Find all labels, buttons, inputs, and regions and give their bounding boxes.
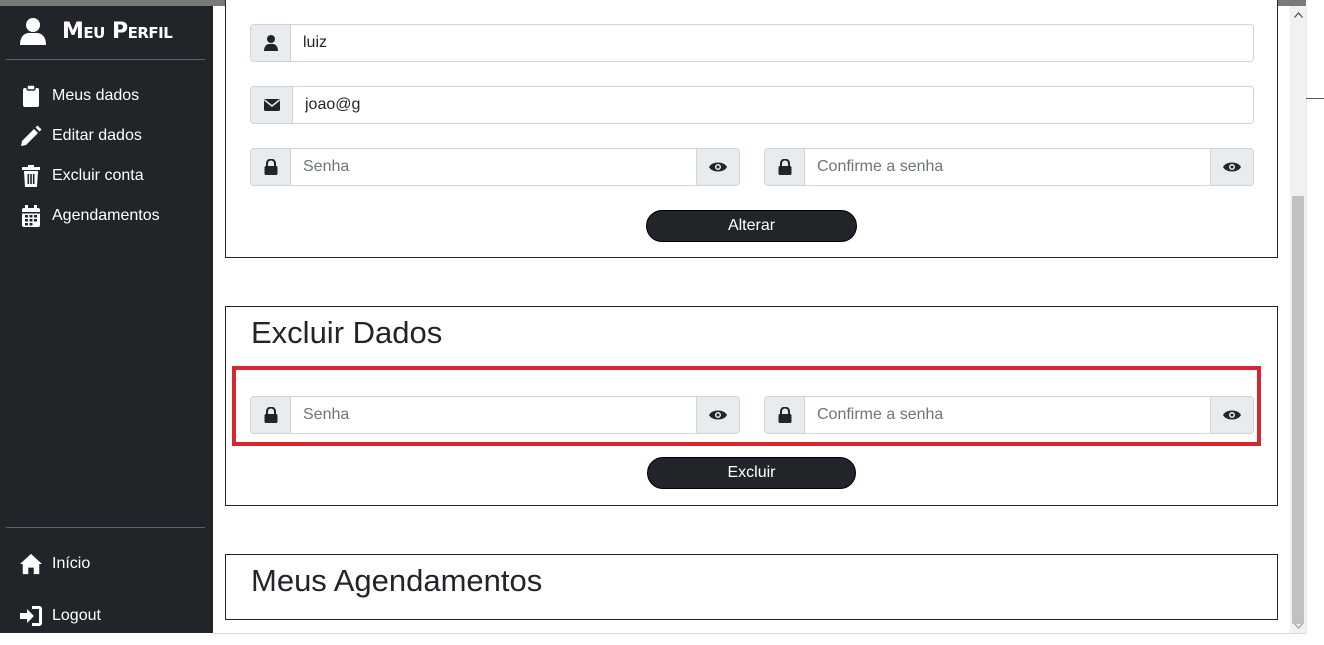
sidebar-item-label: Logout bbox=[52, 607, 101, 624]
section-title: Meus Agendamentos bbox=[251, 563, 543, 598]
sidebar: Meu Perfil Meus dados Editar dados Exclu… bbox=[0, 6, 213, 633]
logout-icon bbox=[20, 605, 42, 627]
confirm-password-input-group bbox=[764, 148, 1254, 186]
clipboard-icon bbox=[20, 85, 42, 107]
scrollbar-thumb[interactable] bbox=[1292, 196, 1304, 624]
calendar-icon bbox=[20, 205, 42, 227]
email-field[interactable] bbox=[293, 87, 1253, 123]
name-input-group bbox=[250, 24, 1254, 62]
lock-icon bbox=[251, 149, 291, 185]
sidebar-item-label: Editar dados bbox=[52, 127, 142, 144]
trash-icon bbox=[20, 165, 42, 187]
sidebar-title: Meu Perfil bbox=[62, 18, 173, 44]
appointments-card: Meus Agendamentos bbox=[225, 554, 1278, 620]
sidebar-item-meus-dados[interactable]: Meus dados bbox=[20, 83, 139, 109]
sidebar-item-agendamentos[interactable]: Agendamentos bbox=[20, 203, 160, 229]
section-title: Excluir Dados bbox=[251, 315, 443, 350]
background-window-edge bbox=[1306, 0, 1324, 645]
excluir-button[interactable]: Excluir bbox=[647, 457, 856, 489]
alterar-button[interactable]: Alterar bbox=[646, 210, 857, 242]
pencil-icon bbox=[20, 125, 42, 147]
background-divider bbox=[1306, 98, 1324, 99]
sidebar-item-label: Meus dados bbox=[52, 87, 140, 104]
viewport-bottom-edge bbox=[213, 633, 1306, 634]
scrollbar[interactable] bbox=[1290, 6, 1306, 633]
edit-data-card: Alterar bbox=[225, 0, 1278, 258]
sidebar-divider bbox=[6, 59, 205, 60]
sidebar-item-label: Agendamentos bbox=[52, 207, 160, 224]
chevron-down-icon[interactable] bbox=[1290, 619, 1306, 633]
password-field[interactable] bbox=[291, 149, 696, 185]
lock-icon bbox=[765, 149, 805, 185]
sidebar-item-editar-dados[interactable]: Editar dados bbox=[20, 123, 142, 149]
window-border bbox=[1306, 6, 1307, 634]
sidebar-divider bbox=[6, 527, 205, 528]
eye-icon[interactable] bbox=[696, 149, 739, 185]
eye-icon[interactable] bbox=[1210, 149, 1253, 185]
home-icon bbox=[20, 553, 42, 575]
user-icon bbox=[251, 25, 291, 61]
sidebar-item-logout[interactable]: Logout bbox=[20, 603, 101, 629]
sidebar-item-inicio[interactable]: Início bbox=[20, 551, 90, 577]
sidebar-item-label: Excluir conta bbox=[52, 167, 144, 184]
highlight-box bbox=[232, 366, 1261, 446]
envelope-icon bbox=[251, 87, 293, 123]
email-input-group bbox=[250, 86, 1254, 124]
sidebar-brand[interactable]: Meu Perfil bbox=[20, 14, 173, 48]
confirm-password-field[interactable] bbox=[805, 149, 1210, 185]
name-field[interactable] bbox=[291, 25, 1253, 61]
sidebar-item-excluir-conta[interactable]: Excluir conta bbox=[20, 163, 144, 189]
chevron-up-icon[interactable] bbox=[1290, 8, 1306, 22]
user-icon bbox=[20, 17, 46, 45]
password-input-group bbox=[250, 148, 740, 186]
sidebar-item-label: Início bbox=[52, 555, 91, 572]
